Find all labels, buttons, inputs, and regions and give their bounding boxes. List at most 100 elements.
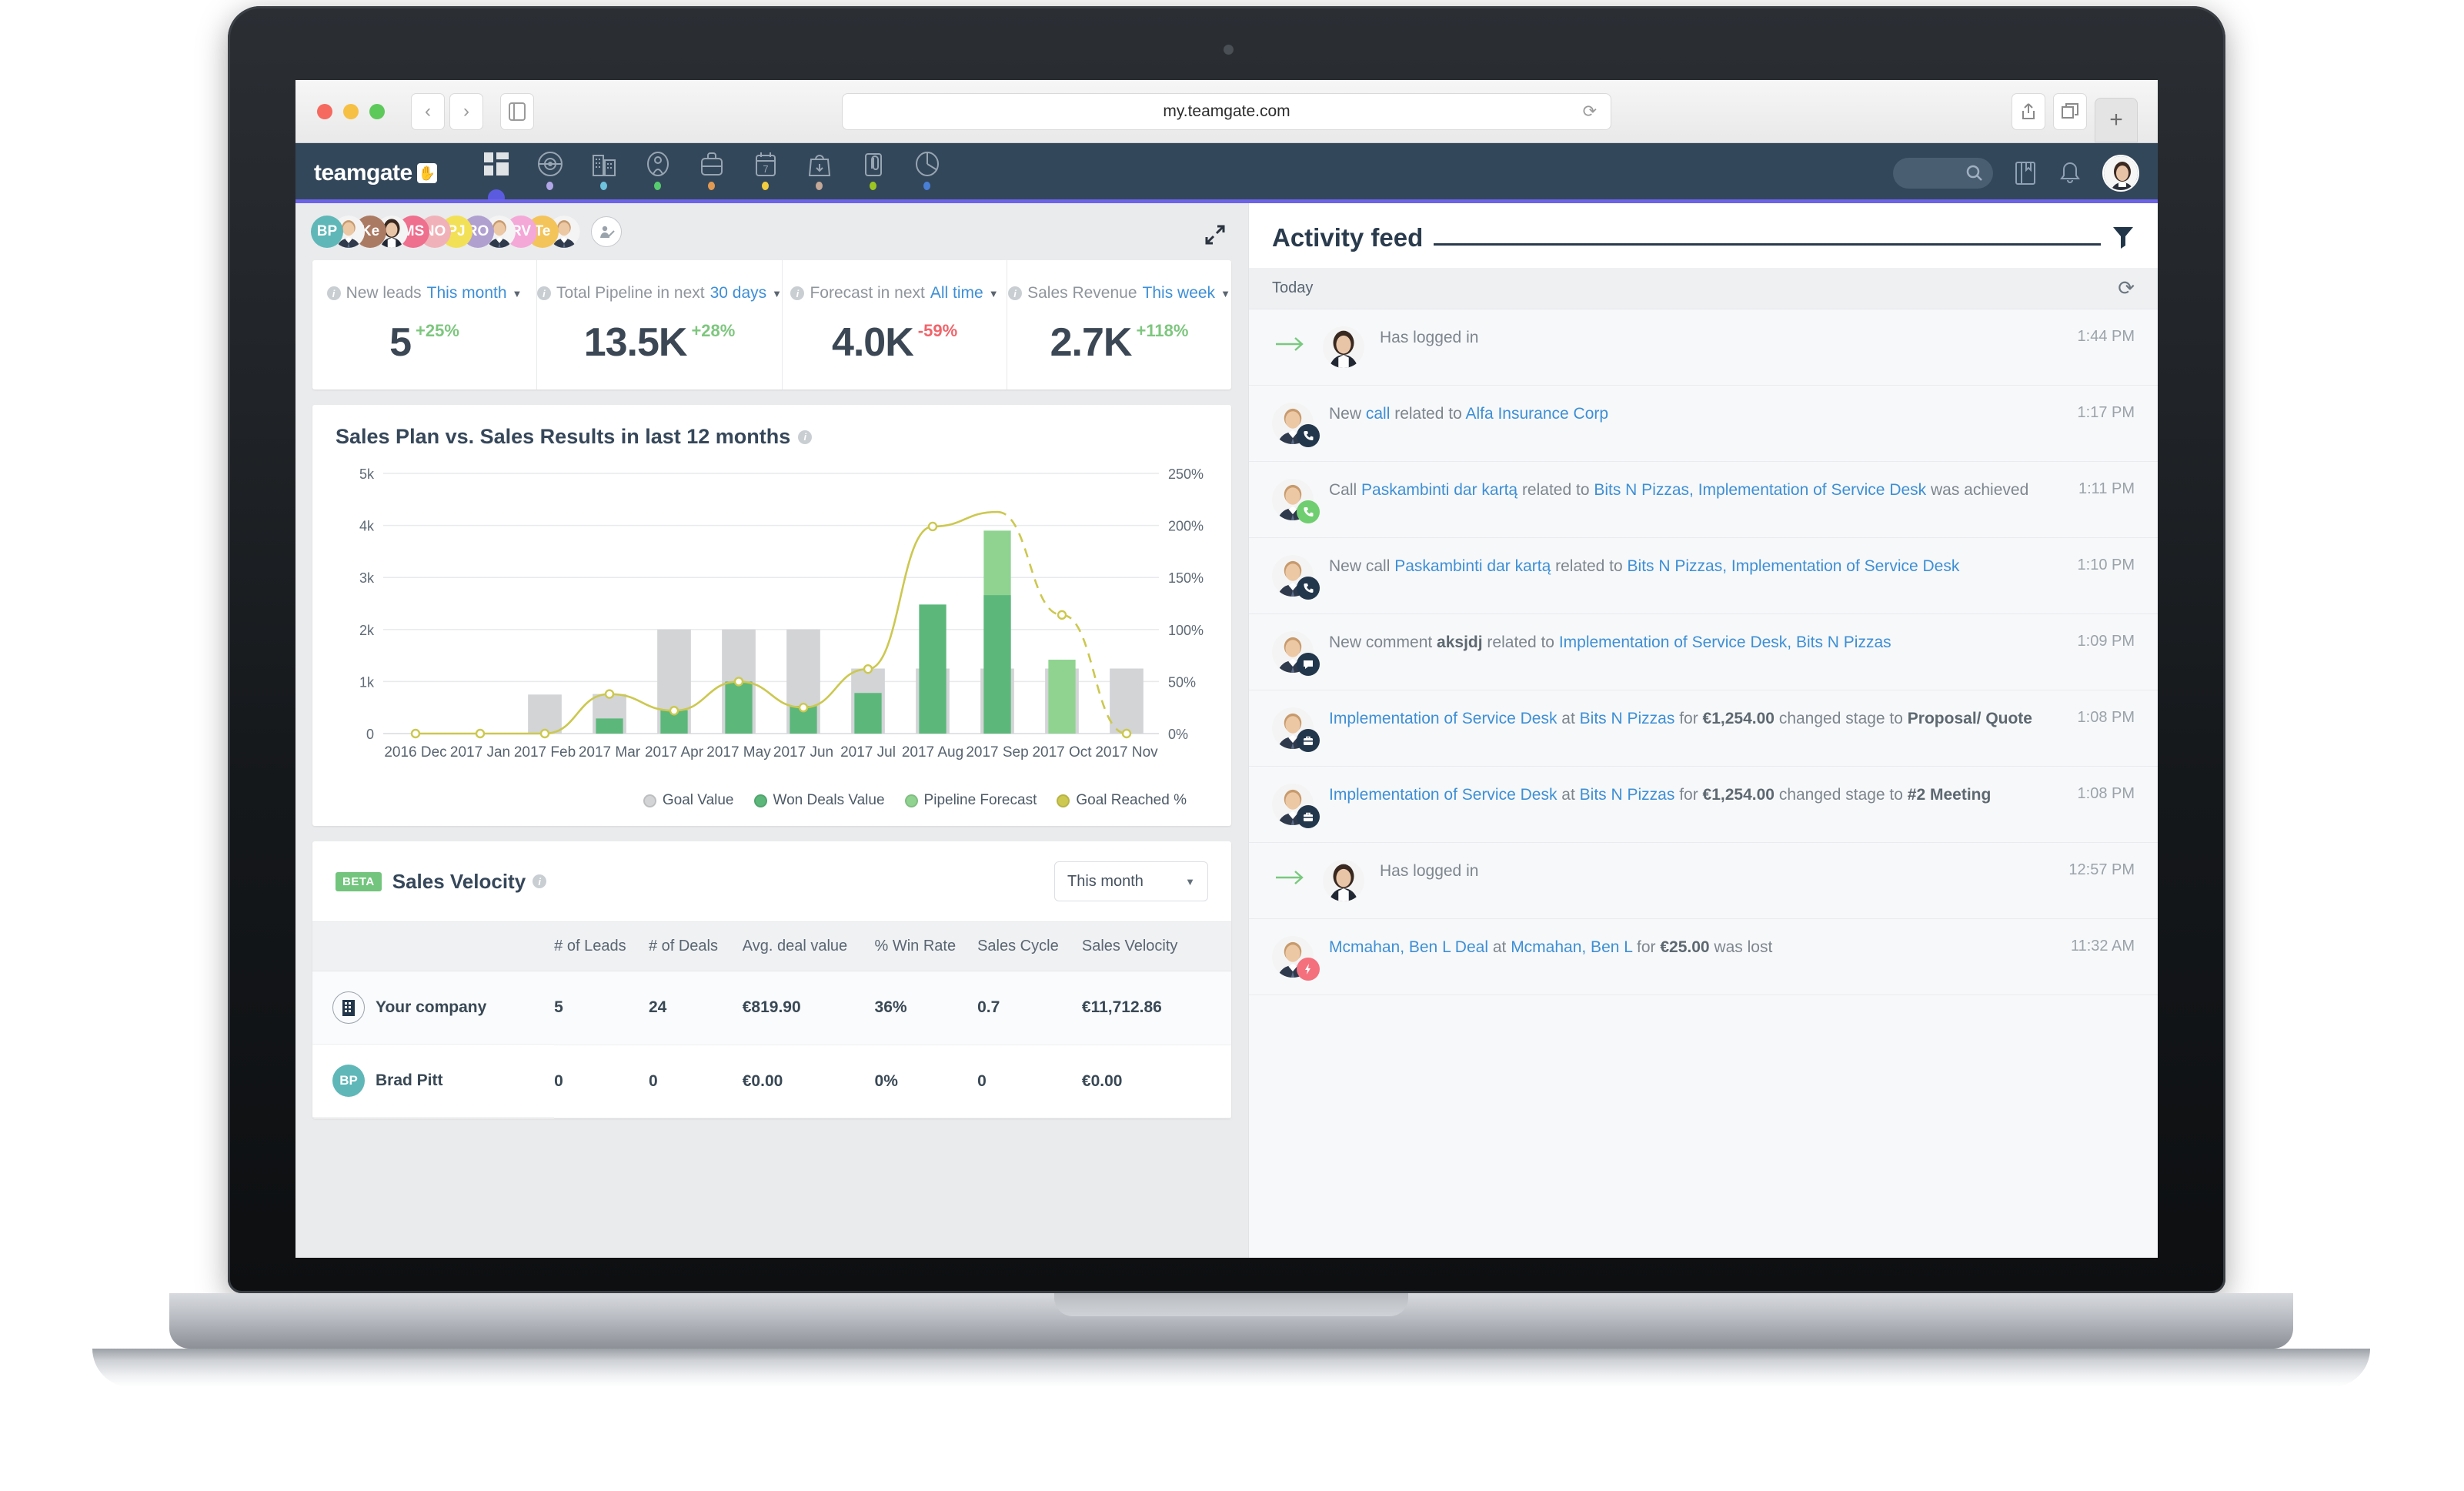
close-window-button[interactable] — [317, 103, 332, 119]
legend-label: Pipeline Forecast — [923, 792, 1037, 808]
nav-item-leads[interactable] — [523, 143, 577, 203]
phone-icon — [1297, 500, 1320, 523]
kpi-label-text: New leads — [346, 284, 422, 302]
activity-feed-item[interactable]: Has logged in 1:44 PM — [1249, 309, 2158, 386]
legend-item[interactable]: Goal Value — [643, 792, 734, 809]
chevron-down-icon[interactable]: ▼ — [989, 288, 999, 299]
nav-item-companies[interactable] — [577, 143, 631, 203]
nav-item-dashboard[interactable] — [469, 143, 523, 203]
feed-link[interactable]: Bits N Pizzas, Implementation of Service… — [1628, 557, 1960, 575]
svg-text:150%: 150% — [1168, 570, 1204, 586]
column-header: # of Leads — [554, 921, 649, 971]
feed-link[interactable]: Paskambinti dar kartą — [1394, 557, 1551, 575]
column-header: Sales Velocity — [1081, 921, 1231, 971]
refresh-icon[interactable]: ⟳ — [2118, 276, 2135, 300]
legend-item[interactable]: Won Deals Value — [753, 792, 885, 809]
filter-funnel-icon[interactable] — [2112, 225, 2135, 249]
activity-feed-item[interactable]: Mcmahan, Ben L Deal at Mcmahan, Ben L fo… — [1249, 919, 2158, 995]
feed-link[interactable]: Implementation of Service Desk — [1329, 786, 1557, 804]
kpi-label[interactable]: i Total Pipeline in next 30 days ▼ — [536, 284, 782, 303]
nav-dot — [492, 182, 499, 190]
feed-link[interactable]: Bits N Pizzas — [1580, 786, 1675, 804]
kpi-period[interactable]: All time — [930, 284, 983, 303]
share-icon[interactable] — [2012, 92, 2045, 130]
feed-link[interactable]: Bits N Pizzas, Implementation of Service… — [1594, 481, 1926, 499]
activity-feed-item[interactable]: Implementation of Service Desk at Bits N… — [1249, 690, 2158, 767]
feed-text: changed stage to — [1774, 710, 1908, 727]
info-icon[interactable]: i — [533, 874, 547, 888]
app-top-navigation: teamgate ✋ 7 — [295, 143, 2158, 203]
info-icon[interactable]: i — [1008, 286, 1023, 300]
activity-feed-item[interactable]: Call Paskambinti dar kartą related to Bi… — [1249, 462, 2158, 538]
feed-link[interactable]: Implementation of Service Desk, Bits N P… — [1559, 634, 1891, 651]
avatar-stack[interactable]: BP Ke MS NO PJ RO RV Te — [311, 216, 580, 248]
expand-fullscreen-icon[interactable] — [1202, 222, 1228, 252]
logo-text: teamgate — [314, 160, 412, 186]
phone-icon — [1297, 577, 1320, 600]
sidebar-toggle-icon[interactable] — [500, 92, 534, 130]
nav-item-sales[interactable] — [793, 143, 846, 203]
feed-text: related to — [1551, 557, 1628, 575]
nav-item-deals[interactable] — [685, 143, 739, 203]
search-input[interactable] — [1893, 158, 1993, 189]
cell-win-rate: 36% — [874, 971, 978, 1045]
kpi-period[interactable]: 30 days — [710, 284, 767, 303]
team-avatar[interactable]: BP — [311, 216, 343, 248]
feed-link[interactable]: Alfa Insurance Corp — [1465, 405, 1608, 423]
feed-emphasis: aksjdj — [1437, 634, 1483, 651]
nav-item-tasks[interactable] — [846, 143, 900, 203]
maximize-window-button[interactable] — [369, 103, 385, 119]
activity-feed-item[interactable]: New call Paskambinti dar kartą related t… — [1249, 538, 2158, 614]
info-icon[interactable]: i — [536, 286, 551, 300]
kpi-value-row: 5 +25% — [389, 319, 459, 366]
knowledge-base-icon[interactable] — [2013, 160, 2038, 186]
minimize-window-button[interactable] — [343, 103, 359, 119]
nav-item-calendar[interactable]: 7 — [739, 143, 793, 203]
back-button[interactable]: ‹ — [411, 92, 445, 130]
chevron-down-icon[interactable]: ▼ — [772, 288, 782, 299]
chevron-down-icon[interactable]: ▼ — [512, 288, 523, 299]
legend-item[interactable]: Goal Reached % — [1057, 792, 1187, 809]
table-row[interactable]: BP Brad Pitt 0 0 €0.00 0% 0 €0.00 — [312, 1045, 1231, 1118]
feed-link[interactable]: Implementation of Service Desk — [1329, 710, 1557, 727]
table-row[interactable]: Your company 5 24 €819.90 36% 0.7 €11,71… — [312, 971, 1231, 1045]
kpi-label[interactable]: i Sales Revenue This week ▼ — [1008, 284, 1230, 303]
feed-link[interactable]: Paskambinti dar kartą — [1361, 481, 1517, 499]
legend-swatch — [753, 794, 767, 807]
info-icon[interactable]: i — [790, 286, 805, 300]
kpi-label[interactable]: i New leads This month ▼ — [326, 284, 523, 303]
period-select[interactable]: This month ▼ — [1054, 861, 1208, 901]
kpi-delta: +25% — [416, 321, 459, 340]
phone-icon — [1297, 424, 1320, 447]
notifications-bell-icon[interactable] — [2058, 160, 2082, 186]
activity-feed-item[interactable]: New call related to Alfa Insurance Corp … — [1249, 386, 2158, 462]
forward-button[interactable]: › — [449, 92, 483, 130]
activity-feed-header: Activity feed — [1249, 203, 2158, 268]
kpi-label[interactable]: i Forecast in next All time ▼ — [790, 284, 999, 303]
kpi-value: 4.0K — [831, 320, 914, 365]
info-icon[interactable]: i — [326, 286, 341, 300]
activity-feed-item[interactable]: New comment aksjdj related to Implementa… — [1249, 614, 2158, 690]
show-tabs-icon[interactable] — [2053, 92, 2087, 130]
teamgate-logo[interactable]: teamgate ✋ — [314, 160, 437, 186]
feed-link[interactable]: call — [1366, 405, 1391, 423]
feed-link[interactable]: Bits N Pizzas — [1580, 710, 1675, 727]
nav-item-insights[interactable] — [900, 143, 954, 203]
add-user-icon[interactable] — [591, 216, 622, 247]
info-icon[interactable]: i — [798, 430, 813, 444]
chevron-down-icon[interactable]: ▼ — [1220, 288, 1230, 299]
kpi-period[interactable]: This week — [1143, 284, 1216, 303]
reload-icon[interactable]: ⟳ — [1583, 102, 1597, 122]
legend-item[interactable]: Pipeline Forecast — [904, 792, 1037, 809]
kpi-period[interactable]: This month — [427, 284, 507, 303]
feed-link[interactable]: Mcmahan, Ben L — [1511, 938, 1632, 956]
activity-feed-item[interactable]: Has logged in 12:57 PM — [1249, 843, 2158, 919]
activity-feed-item[interactable]: Implementation of Service Desk at Bits N… — [1249, 767, 2158, 843]
new-tab-button[interactable]: + — [2095, 97, 2138, 142]
nav-item-contacts[interactable] — [631, 143, 685, 203]
velocity-title-text: Sales Velocity — [392, 869, 526, 893]
feed-text: Call — [1329, 481, 1362, 499]
feed-link[interactable]: Mcmahan, Ben L Deal — [1329, 938, 1488, 956]
user-avatar[interactable] — [2102, 155, 2139, 192]
address-bar[interactable]: my.teamgate.com ⟳ — [842, 92, 1611, 130]
